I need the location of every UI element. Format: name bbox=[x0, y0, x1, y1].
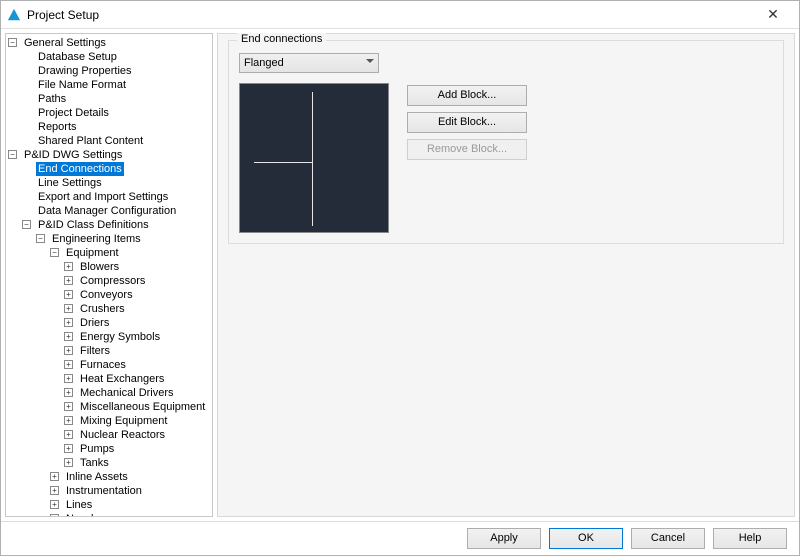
tree-item-pumps[interactable]: Pumps bbox=[78, 442, 116, 456]
expand-icon[interactable]: + bbox=[50, 472, 59, 481]
collapse-icon[interactable]: − bbox=[50, 248, 59, 257]
expand-icon[interactable]: + bbox=[64, 290, 73, 299]
combo-value: Flanged bbox=[244, 57, 284, 69]
dialog-body: − General Settings Database Setup Drawin… bbox=[1, 29, 799, 521]
add-block-button[interactable]: Add Block... bbox=[407, 85, 527, 106]
tree-item-paths[interactable]: Paths bbox=[36, 92, 68, 106]
tree-item-reports[interactable]: Reports bbox=[36, 120, 79, 134]
expand-icon[interactable]: + bbox=[64, 304, 73, 313]
dialog-footer: Apply OK Cancel Help bbox=[1, 521, 799, 555]
preview-vertical-line bbox=[312, 92, 313, 226]
expand-icon[interactable]: + bbox=[64, 374, 73, 383]
expand-icon[interactable]: + bbox=[64, 346, 73, 355]
tree-item-mixing-equipment[interactable]: Mixing Equipment bbox=[78, 414, 169, 428]
tree-item-compressors[interactable]: Compressors bbox=[78, 274, 147, 288]
expand-icon[interactable]: + bbox=[64, 318, 73, 327]
tree-item-driers[interactable]: Driers bbox=[78, 316, 111, 330]
titlebar: Project Setup ✕ bbox=[1, 1, 799, 29]
tree-item-blowers[interactable]: Blowers bbox=[78, 260, 121, 274]
expand-icon[interactable]: + bbox=[50, 500, 59, 509]
tree-item-engineering-items[interactable]: Engineering Items bbox=[50, 232, 143, 246]
ok-button[interactable]: OK bbox=[549, 528, 623, 549]
collapse-icon[interactable]: − bbox=[8, 150, 17, 159]
app-logo-icon bbox=[7, 8, 21, 22]
help-button[interactable]: Help bbox=[713, 528, 787, 549]
apply-button[interactable]: Apply bbox=[467, 528, 541, 549]
tree-item-lines[interactable]: Lines bbox=[64, 498, 94, 512]
tree-item-equipment[interactable]: Equipment bbox=[64, 246, 121, 260]
tree-item-nuclear-reactors[interactable]: Nuclear Reactors bbox=[78, 428, 167, 442]
project-setup-window: Project Setup ✕ − General Settings Datab… bbox=[0, 0, 800, 556]
preview-horizontal-line bbox=[254, 162, 312, 163]
tree-item-filters[interactable]: Filters bbox=[78, 344, 112, 358]
tree-item-inline-assets[interactable]: Inline Assets bbox=[64, 470, 130, 484]
tree-item-line-settings[interactable]: Line Settings bbox=[36, 176, 104, 190]
tree-item-heat-exchangers[interactable]: Heat Exchangers bbox=[78, 372, 166, 386]
tree-item-file-name-format[interactable]: File Name Format bbox=[36, 78, 128, 92]
expand-icon[interactable]: + bbox=[64, 332, 73, 341]
cancel-button[interactable]: Cancel bbox=[631, 528, 705, 549]
tree-item-pid-dwg-settings[interactable]: P&ID DWG Settings bbox=[22, 148, 124, 162]
group-title: End connections bbox=[237, 33, 326, 45]
tree-item-general-settings[interactable]: General Settings bbox=[22, 36, 108, 50]
expand-icon[interactable]: + bbox=[64, 458, 73, 467]
window-title: Project Setup bbox=[27, 8, 753, 22]
nav-tree[interactable]: − General Settings Database Setup Drawin… bbox=[5, 33, 213, 517]
expand-icon[interactable]: + bbox=[64, 276, 73, 285]
end-connections-group: End connections Flanged Add Block... Edi… bbox=[228, 40, 784, 244]
tree-item-shared-plant-content[interactable]: Shared Plant Content bbox=[36, 134, 145, 148]
remove-block-button: Remove Block... bbox=[407, 139, 527, 160]
expand-icon[interactable]: + bbox=[50, 514, 59, 517]
tree-item-tanks[interactable]: Tanks bbox=[78, 456, 111, 470]
tree-item-energy-symbols[interactable]: Energy Symbols bbox=[78, 330, 162, 344]
tree-item-conveyors[interactable]: Conveyors bbox=[78, 288, 135, 302]
collapse-icon[interactable]: − bbox=[36, 234, 45, 243]
end-connection-type-combo[interactable]: Flanged bbox=[239, 53, 379, 73]
tree-item-instrumentation[interactable]: Instrumentation bbox=[64, 484, 144, 498]
edit-block-button[interactable]: Edit Block... bbox=[407, 112, 527, 133]
expand-icon[interactable]: + bbox=[64, 360, 73, 369]
tree-item-mechanical-drivers[interactable]: Mechanical Drivers bbox=[78, 386, 176, 400]
tree-item-furnaces[interactable]: Furnaces bbox=[78, 358, 128, 372]
block-preview bbox=[239, 83, 389, 233]
chevron-down-icon bbox=[366, 59, 374, 63]
expand-icon[interactable]: + bbox=[64, 444, 73, 453]
close-button[interactable]: ✕ bbox=[753, 6, 793, 23]
expand-icon[interactable]: + bbox=[64, 402, 73, 411]
tree-item-drawing-properties[interactable]: Drawing Properties bbox=[36, 64, 134, 78]
content-panel: End connections Flanged Add Block... Edi… bbox=[217, 33, 795, 517]
expand-icon[interactable]: + bbox=[50, 486, 59, 495]
expand-icon[interactable]: + bbox=[64, 416, 73, 425]
expand-icon[interactable]: + bbox=[64, 388, 73, 397]
collapse-icon[interactable]: − bbox=[22, 220, 31, 229]
tree-item-end-connections[interactable]: End Connections bbox=[36, 162, 124, 176]
tree-item-nozzles[interactable]: Nozzles bbox=[64, 512, 107, 517]
tree-item-class-definitions[interactable]: P&ID Class Definitions bbox=[36, 218, 151, 232]
tree-item-crushers[interactable]: Crushers bbox=[78, 302, 127, 316]
tree-item-database-setup[interactable]: Database Setup bbox=[36, 50, 119, 64]
tree-item-data-manager[interactable]: Data Manager Configuration bbox=[36, 204, 178, 218]
expand-icon[interactable]: + bbox=[64, 262, 73, 271]
tree-item-export-import[interactable]: Export and Import Settings bbox=[36, 190, 170, 204]
tree-item-misc-equipment[interactable]: Miscellaneous Equipment bbox=[78, 400, 207, 414]
tree-item-project-details[interactable]: Project Details bbox=[36, 106, 111, 120]
expand-icon[interactable]: + bbox=[64, 430, 73, 439]
collapse-icon[interactable]: − bbox=[8, 38, 17, 47]
